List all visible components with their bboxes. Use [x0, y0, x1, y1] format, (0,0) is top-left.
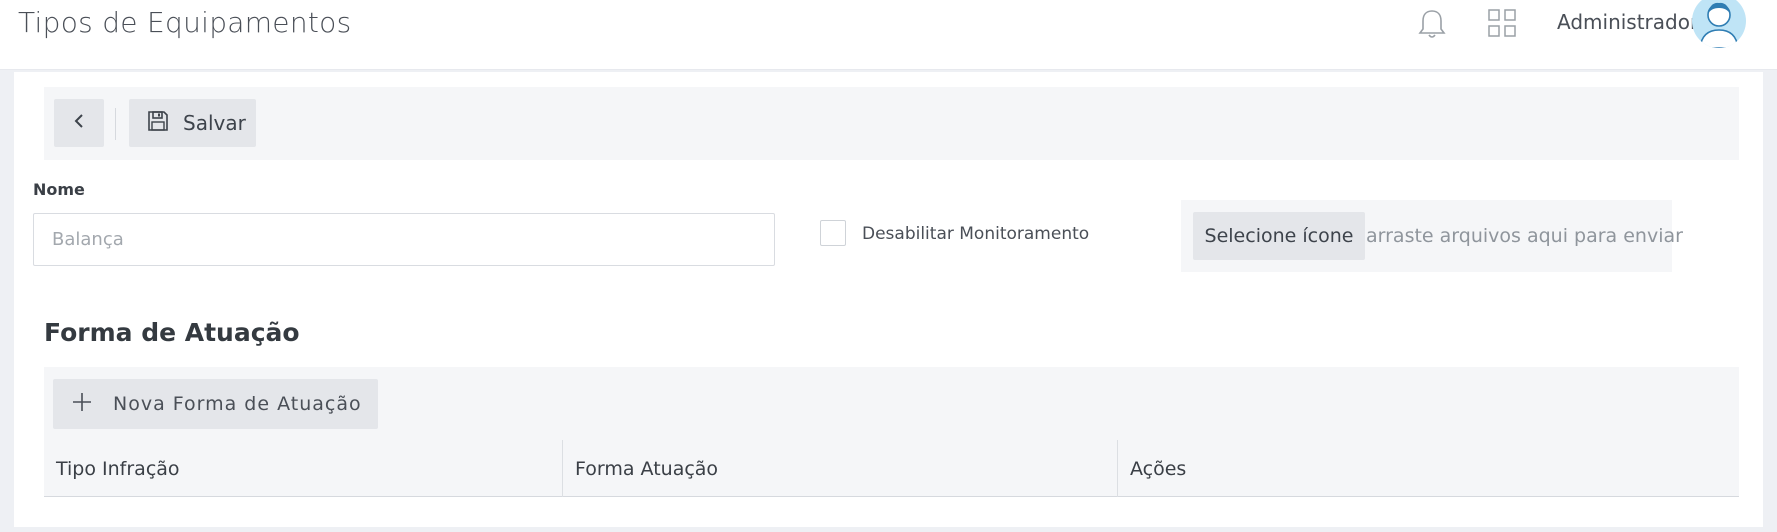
page-title: Tipos de Equipamentos [18, 6, 352, 39]
select-icon-button[interactable]: Selecione ícone [1193, 212, 1365, 260]
toolbar-divider [115, 108, 116, 140]
back-button[interactable] [54, 99, 104, 147]
disable-monitoring-label[interactable]: Desabilitar Monitoramento [862, 224, 1089, 244]
table-header: Tipo Infração Forma Atuação Ações [44, 440, 1739, 497]
avatar[interactable] [1692, 0, 1746, 48]
new-forma-atuacao-button[interactable]: Nova Forma de Atuação [53, 379, 378, 429]
dropzone-hint: arraste arquivos aqui para enviar [1366, 225, 1683, 247]
bell-icon[interactable] [1416, 6, 1448, 42]
column-header-tipo-infracao[interactable]: Tipo Infração [44, 440, 562, 497]
column-header-acoes: Ações [1117, 440, 1739, 497]
nome-input[interactable] [33, 213, 775, 266]
section-title: Forma de Atuação [44, 318, 300, 347]
plus-icon [71, 391, 93, 418]
top-bar: Tipos de Equipamentos Administrador [0, 0, 1777, 70]
save-button-label: Salvar [183, 111, 246, 135]
nome-label: Nome [33, 180, 85, 199]
new-button-label: Nova Forma de Atuação [113, 393, 362, 415]
column-header-forma-atuacao[interactable]: Forma Atuação [562, 440, 1117, 497]
floppy-disk-icon [147, 110, 169, 137]
form-toolbar [44, 87, 1739, 160]
save-button[interactable]: Salvar [129, 99, 256, 147]
chevron-left-icon [72, 112, 86, 134]
user-name[interactable]: Administrador [1557, 10, 1698, 34]
apps-grid-icon[interactable] [1487, 8, 1517, 38]
disable-monitoring-checkbox[interactable] [820, 220, 846, 246]
